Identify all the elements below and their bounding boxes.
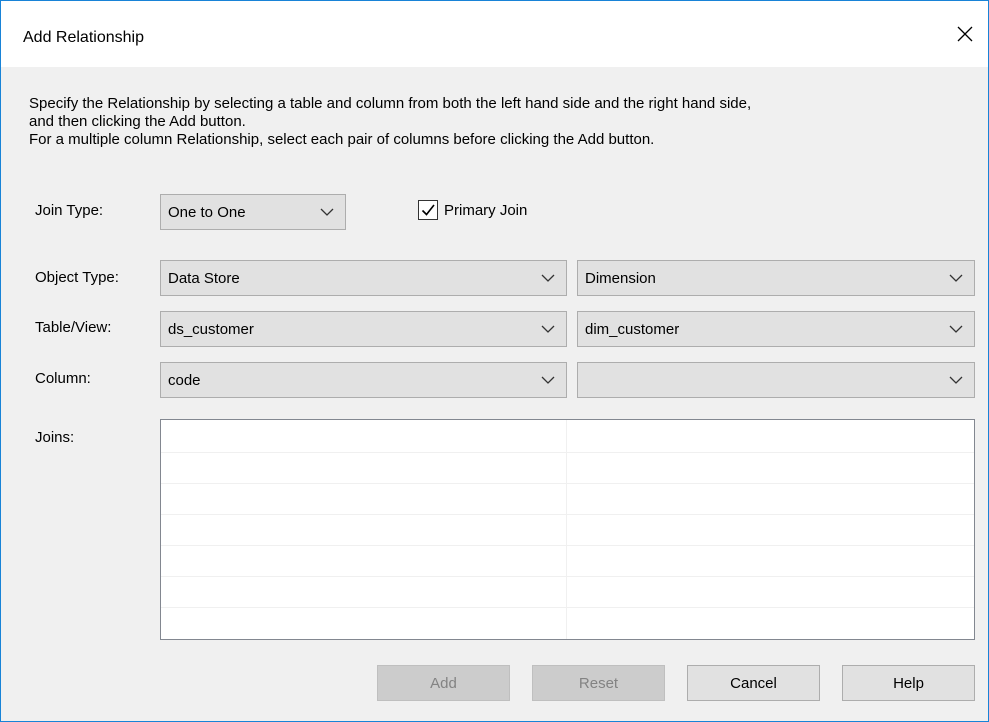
table-view-left-dropdown[interactable]: ds_customer bbox=[160, 311, 567, 347]
join-type-label: Join Type: bbox=[35, 202, 104, 219]
table-view-label: Table/View: bbox=[35, 319, 112, 336]
column-label: Column: bbox=[35, 370, 91, 387]
object-type-right-value: Dimension bbox=[585, 270, 656, 287]
dialog-title: Add Relationship bbox=[23, 29, 144, 46]
joins-row-divider bbox=[161, 576, 974, 577]
chevron-down-icon bbox=[541, 376, 555, 384]
joins-list[interactable] bbox=[160, 419, 975, 640]
chevron-down-icon bbox=[949, 274, 963, 282]
instructions-line-1: Specify the Relationship by selecting a … bbox=[29, 95, 752, 112]
joins-row-divider bbox=[161, 545, 974, 546]
column-left-value: code bbox=[168, 372, 201, 389]
close-icon bbox=[957, 26, 973, 42]
column-right-dropdown[interactable] bbox=[577, 362, 975, 398]
chevron-down-icon bbox=[320, 208, 334, 216]
instructions: Specify the Relationship by selecting a … bbox=[29, 95, 974, 149]
chevron-down-icon bbox=[949, 325, 963, 333]
primary-join-label: Primary Join bbox=[444, 202, 528, 219]
object-type-left-dropdown[interactable]: Data Store bbox=[160, 260, 567, 296]
help-button[interactable]: Help bbox=[842, 665, 975, 701]
reset-button[interactable]: Reset bbox=[532, 665, 665, 701]
checkmark-icon bbox=[421, 204, 435, 216]
joins-row-divider bbox=[161, 483, 974, 484]
table-view-right-dropdown[interactable]: dim_customer bbox=[577, 311, 975, 347]
title-bar: Add Relationship bbox=[1, 1, 988, 67]
close-button[interactable] bbox=[942, 11, 988, 57]
table-view-left-value: ds_customer bbox=[168, 321, 254, 338]
object-type-label: Object Type: bbox=[35, 269, 119, 286]
instructions-line-2: and then clicking the Add button. bbox=[29, 113, 246, 130]
joins-row-divider bbox=[161, 607, 974, 608]
primary-join-checkbox[interactable] bbox=[418, 200, 438, 220]
add-relationship-dialog: Add Relationship Specify the Relationshi… bbox=[0, 0, 989, 722]
chevron-down-icon bbox=[541, 274, 555, 282]
joins-row-divider bbox=[161, 514, 974, 515]
join-type-value: One to One bbox=[168, 204, 246, 221]
chevron-down-icon bbox=[949, 376, 963, 384]
add-button[interactable]: Add bbox=[377, 665, 510, 701]
chevron-down-icon bbox=[541, 325, 555, 333]
join-type-dropdown[interactable]: One to One bbox=[160, 194, 346, 230]
table-view-right-value: dim_customer bbox=[585, 321, 680, 338]
object-type-left-value: Data Store bbox=[168, 270, 240, 287]
object-type-right-dropdown[interactable]: Dimension bbox=[577, 260, 975, 296]
joins-label: Joins: bbox=[35, 429, 75, 446]
instructions-line-3: For a multiple column Relationship, sele… bbox=[29, 131, 655, 148]
column-left-dropdown[interactable]: code bbox=[160, 362, 567, 398]
cancel-button[interactable]: Cancel bbox=[687, 665, 820, 701]
joins-row-divider bbox=[161, 452, 974, 453]
